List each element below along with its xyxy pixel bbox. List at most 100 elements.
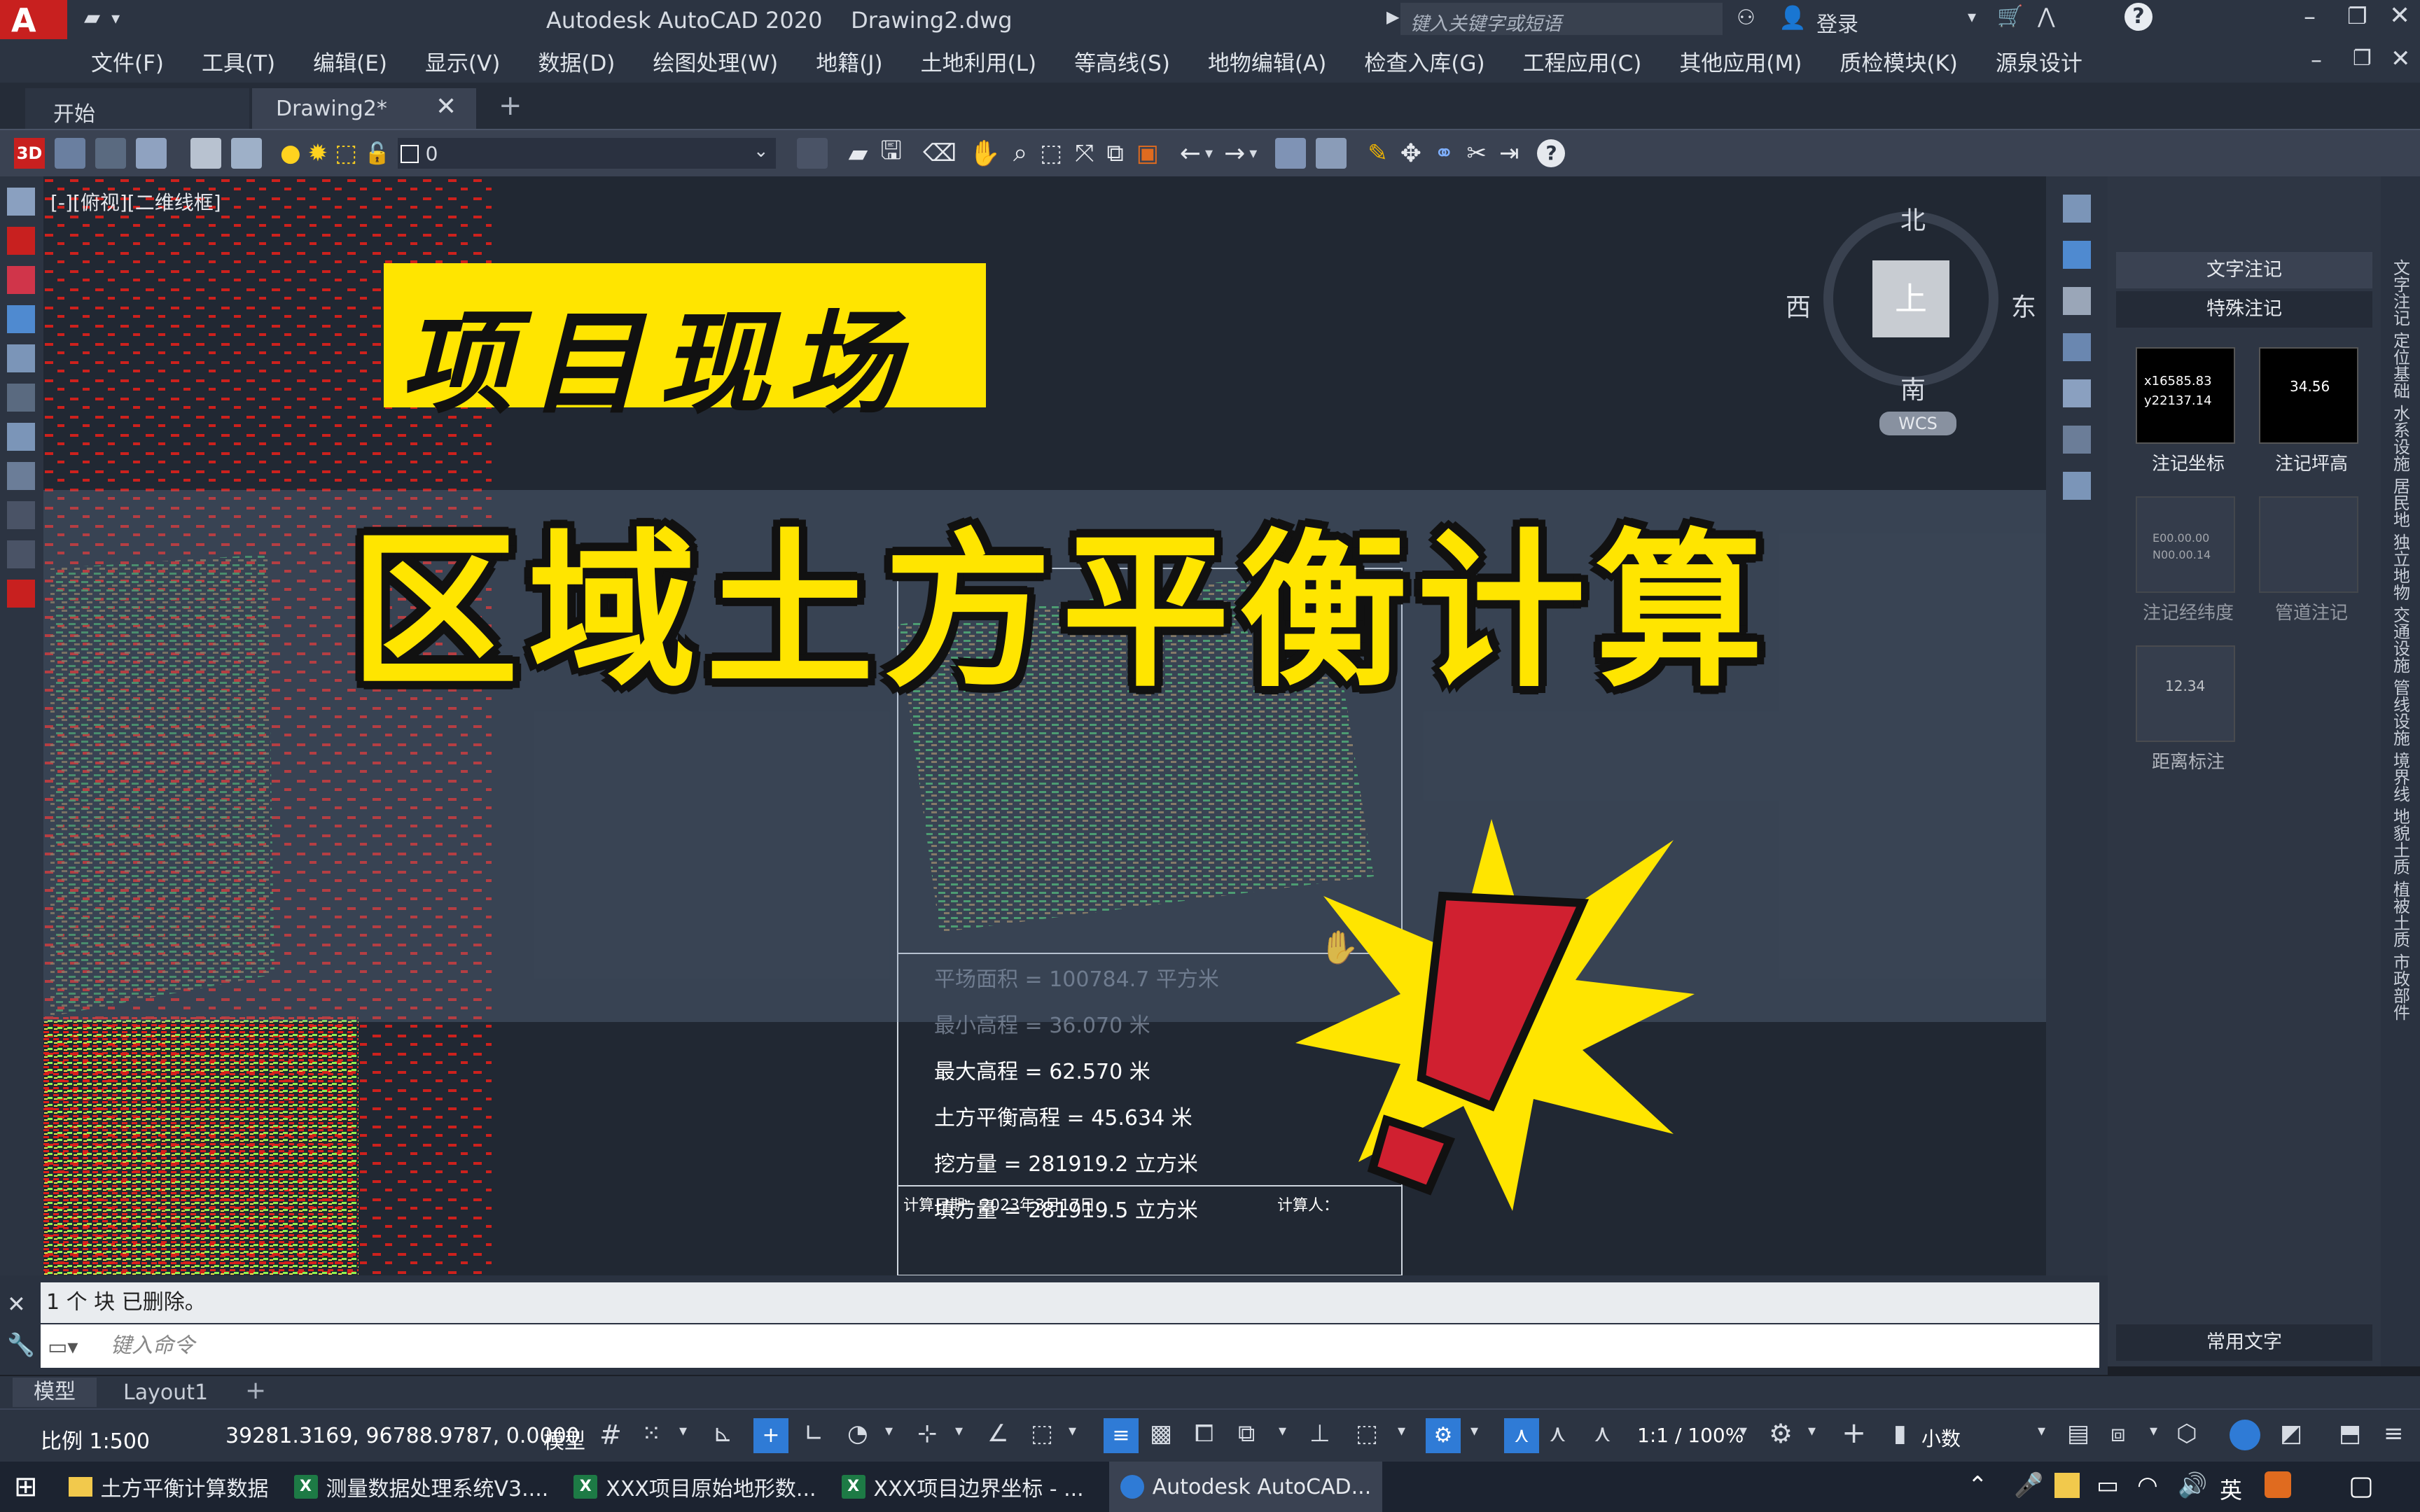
match-layer-icon[interactable]: [796, 138, 828, 169]
3d-osnap-icon[interactable]: ⧉: [1238, 1420, 1255, 1448]
workspace-gear-icon[interactable]: ⚙: [1769, 1418, 1793, 1449]
lightbulb-icon[interactable]: ●: [280, 139, 301, 167]
nav-grid-icon[interactable]: [2063, 472, 2091, 500]
clean-screen-icon[interactable]: ◩: [2280, 1420, 2302, 1448]
isolate-objects-icon[interactable]: ⬡: [2176, 1420, 2197, 1448]
infer-icon[interactable]: ⊾: [713, 1420, 733, 1448]
tool-red-icon[interactable]: [7, 580, 35, 608]
zoom-previous-icon[interactable]: ⧉: [1106, 139, 1123, 167]
menu-land-use[interactable]: 土地利用(L): [921, 46, 1036, 77]
vtab-features[interactable]: 独立地物: [2388, 533, 2413, 601]
lock-ui-dropdown-icon[interactable]: ▾: [2150, 1422, 2157, 1440]
pan-hand-icon[interactable]: ✋: [969, 139, 1001, 168]
vtab-residential[interactable]: 居民地: [2388, 477, 2413, 528]
erase-icon[interactable]: ⌫: [923, 139, 957, 167]
user-icon[interactable]: 👤: [1779, 4, 1807, 31]
hardware-accel-icon[interactable]: [2230, 1420, 2260, 1450]
new-tab-button[interactable]: +: [499, 90, 522, 122]
viewcube-south[interactable]: 南: [1900, 370, 1926, 406]
viewport-label[interactable]: [-][俯视][二维线框]: [50, 188, 221, 216]
trim-icon[interactable]: ✂: [1466, 139, 1487, 167]
nav-box-icon[interactable]: [2063, 426, 2091, 454]
annotation-plus-icon[interactable]: +: [1842, 1415, 1866, 1450]
viewcube[interactable]: 上 北 南 西 东 WCS: [1786, 206, 2036, 435]
binoculars-icon[interactable]: ⚇: [1737, 6, 1755, 30]
annotation-monitor-icon[interactable]: ⚙: [1426, 1418, 1461, 1453]
osnap-track-icon[interactable]: ∠: [987, 1420, 1008, 1448]
ortho-icon[interactable]: ∟: [804, 1420, 824, 1448]
annotation-scale[interactable]: 1:1 / 100%: [1637, 1424, 1744, 1447]
help-icon[interactable]: ?: [2125, 3, 2153, 31]
toolbar-help-icon[interactable]: ?: [1537, 139, 1566, 167]
vtab-water[interactable]: 水系设施: [2388, 405, 2413, 472]
network-icon[interactable]: ⋀: [2038, 4, 2055, 29]
vtab-boundary[interactable]: 境界线: [2388, 752, 2413, 802]
extend-icon[interactable]: ⇥: [1499, 139, 1520, 167]
annotation-visibility-icon[interactable]: ⋏: [1504, 1418, 1539, 1453]
osnap-icon[interactable]: ⬚: [1031, 1420, 1053, 1448]
vtab-text[interactable]: 文字注记: [2388, 259, 2413, 326]
gizmo-icon[interactable]: ⬚: [1356, 1420, 1378, 1448]
scale-readout[interactable]: 比例 1:500: [41, 1424, 150, 1455]
lock-ui-icon[interactable]: ⧈: [2110, 1420, 2126, 1448]
sun-icon[interactable]: ✹: [308, 139, 328, 167]
tool-print-icon[interactable]: [7, 462, 35, 490]
task-excel-1[interactable]: X 测量数据处理系统V3....: [293, 1462, 548, 1512]
login-link[interactable]: 登录: [1816, 7, 1858, 38]
cart-icon[interactable]: 🛒: [1997, 4, 2023, 29]
zoom-extents-icon[interactable]: ⤧: [1075, 139, 1094, 167]
task-folder[interactable]: 土方平衡计算数据: [68, 1462, 269, 1512]
doc-minimize-icon[interactable]: –: [2311, 46, 2322, 73]
tray-battery-icon[interactable]: ▭: [2096, 1471, 2119, 1499]
lock-icon[interactable]: 🔓: [364, 141, 390, 166]
layer-states-icon[interactable]: [231, 138, 262, 169]
login-dropdown-icon[interactable]: ▾: [1968, 7, 1976, 27]
tab-layout1[interactable]: Layout1: [123, 1380, 208, 1405]
palette-footer[interactable]: 常用文字: [2116, 1324, 2372, 1361]
add-layout-button[interactable]: +: [245, 1376, 266, 1405]
task-autocad[interactable]: Autodesk AutoCAD...: [1108, 1462, 1383, 1512]
palette-item-pipe[interactable]: 管道注记: [2259, 496, 2364, 624]
vtab-municipal[interactable]: 市政部件: [2388, 953, 2413, 1021]
minimize-icon[interactable]: –: [2304, 3, 2316, 31]
menu-view[interactable]: 显示(V): [425, 46, 500, 77]
nav-block-icon[interactable]: [2063, 241, 2091, 269]
tab-model[interactable]: 模型: [13, 1378, 97, 1407]
vtab-vegetation[interactable]: 植被土质: [2388, 881, 2413, 948]
menu-tools[interactable]: 工具(T): [202, 46, 275, 77]
menu-yuanquan[interactable]: 源泉设计: [1996, 46, 2082, 77]
design-center-icon[interactable]: [1316, 138, 1347, 169]
close-command-icon[interactable]: ✕: [7, 1291, 26, 1317]
undo-icon[interactable]: ←: [1180, 139, 1201, 168]
tray-ime-icon[interactable]: [2265, 1471, 2291, 1498]
dropdown-icon[interactable]: ▾: [111, 8, 120, 28]
palette-item-coordinates[interactable]: x16585.83 y22137.14 注记坐标: [2136, 347, 2241, 475]
redo-dropdown-icon[interactable]: ▾: [1249, 145, 1257, 162]
doc-close-icon[interactable]: ✕: [2391, 45, 2411, 73]
menu-check-import[interactable]: 检查入库(G): [1364, 46, 1484, 77]
fullscreen-icon[interactable]: ⬒: [2339, 1420, 2361, 1448]
menu-contours[interactable]: 等高线(S): [1074, 46, 1170, 77]
menu-qc[interactable]: 质检模块(K): [1840, 46, 1958, 77]
vtab-terrain[interactable]: 地貌土质: [2388, 808, 2413, 875]
annotation-scale-icon[interactable]: ⋏: [1594, 1420, 1611, 1448]
menu-edit[interactable]: 编辑(E): [313, 46, 387, 77]
tool-nodes-icon[interactable]: [7, 305, 35, 333]
command-prompt-icon[interactable]: ▭▾: [48, 1326, 78, 1369]
palette-tab-special-annotation[interactable]: 特殊注记: [2116, 291, 2372, 328]
quick-properties-icon[interactable]: ▤: [2067, 1420, 2089, 1448]
zoom-icon[interactable]: ⌕: [1013, 139, 1027, 168]
snap-dropdown-icon[interactable]: ▾: [679, 1422, 687, 1440]
nav-layers-icon[interactable]: [2063, 195, 2091, 223]
palette-item-latlong[interactable]: E00.00.00 N00.00.14 注记经纬度: [2136, 496, 2241, 624]
viewcube-west[interactable]: 西: [1786, 287, 1811, 323]
nav-curve-icon[interactable]: [2063, 379, 2091, 407]
annoscale-dropdown-icon[interactable]: ▾: [1739, 1422, 1747, 1440]
grid-icon[interactable]: #: [599, 1420, 622, 1450]
task-excel-3[interactable]: X XXX项目边界坐标 - ...: [841, 1462, 1084, 1512]
annotation-dropdown-icon[interactable]: ▾: [1470, 1422, 1478, 1440]
viewcube-east[interactable]: 东: [2011, 287, 2036, 323]
layer-dropdown[interactable]: 0 ⌄: [397, 138, 776, 169]
units-icon[interactable]: ▮: [1893, 1420, 1907, 1448]
doc-restore-icon[interactable]: ❐: [2353, 46, 2372, 71]
